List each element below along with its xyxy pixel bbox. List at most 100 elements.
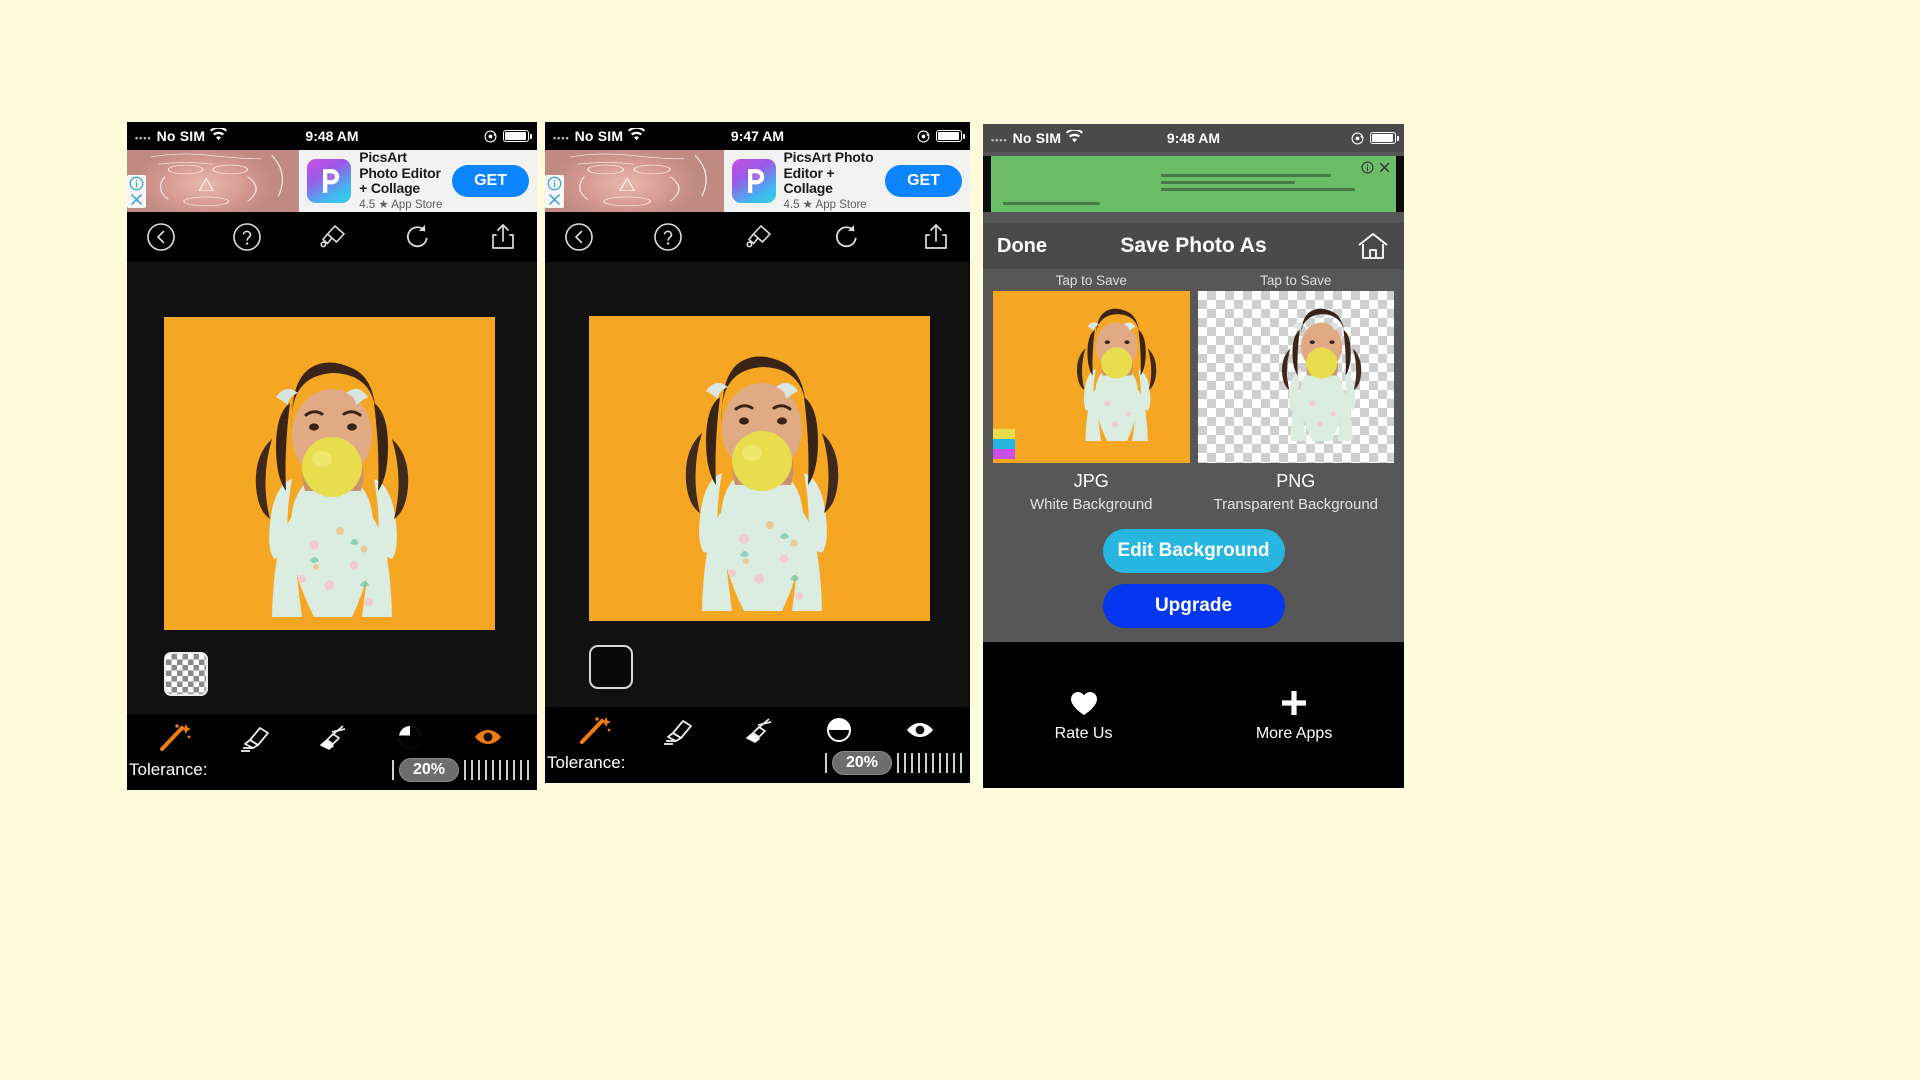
wifi-icon: [628, 126, 646, 144]
edit-background-button[interactable]: Edit Background: [1102, 529, 1285, 573]
tolerance-value[interactable]: 20%: [831, 751, 892, 775]
more-apps-button[interactable]: More Apps: [1256, 688, 1332, 743]
ad-close-icon: [548, 193, 561, 206]
save-footer: Rate Us More Apps: [983, 642, 1404, 788]
home-icon[interactable]: [1356, 231, 1390, 261]
save-option-png[interactable]: Tap to Save PNG Transparent Background: [1197, 273, 1394, 513]
phone-screenshot-left: •••• No SIM 9:48 AM PicsArt Photo Editor…: [127, 122, 537, 790]
tap-to-save-label: Tap to Save: [1055, 273, 1127, 288]
tap-to-save-label: Tap to Save: [1260, 273, 1332, 288]
ad-close-icon: [1379, 162, 1390, 173]
slider-tick: [492, 760, 494, 780]
slider-tick: [953, 753, 955, 773]
eraser-tool[interactable]: [234, 720, 274, 754]
back-button[interactable]: [145, 221, 177, 253]
ad-spacer: [983, 212, 1404, 223]
tolerance-label: Tolerance:: [547, 753, 626, 772]
slider-tick: [911, 753, 913, 773]
slider-tick: [464, 760, 466, 780]
plus-icon: [1282, 690, 1307, 715]
editor-canvas[interactable]: [545, 262, 970, 707]
back-button[interactable]: [563, 221, 595, 253]
color-picker-indicator[interactable]: [993, 429, 1015, 459]
slider-tick: [932, 753, 934, 773]
save-option-jpg[interactable]: Tap to Save JPG White Background: [993, 273, 1190, 513]
editor-canvas[interactable]: [127, 262, 537, 714]
share-button[interactable]: [920, 221, 952, 253]
slider-tick: [960, 753, 962, 773]
slider-tick: [904, 753, 906, 773]
tool-row: [545, 707, 970, 749]
undo-button[interactable]: [402, 221, 434, 253]
ad-photo: [127, 150, 300, 212]
format-description: Transparent Background: [1213, 496, 1379, 513]
slider-tick: [471, 760, 473, 780]
signal-dots-icon: ••••: [553, 133, 570, 143]
rate-us-label: Rate Us: [1054, 724, 1113, 742]
preview-tool[interactable]: [900, 713, 940, 747]
ad-badge-group[interactable]: [1361, 161, 1391, 174]
share-button[interactable]: [487, 221, 519, 253]
status-bar: •••• No SIM 9:48 AM: [983, 124, 1404, 152]
signal-dots-icon: ••••: [135, 133, 152, 143]
battery-icon: [1370, 132, 1399, 144]
edited-photo[interactable]: [589, 316, 930, 621]
banner-ad[interactable]: PicsArt Photo Editor + Collage 4.5 ★ App…: [545, 150, 970, 212]
more-apps-label: More Apps: [1255, 724, 1333, 742]
slider-tick: [824, 753, 827, 773]
ad-title: PicsArt Photo Editor + Collage: [783, 150, 874, 197]
phone-screenshot-right: •••• No SIM 9:48 AM Done Save Photo As T…: [983, 124, 1404, 788]
eraser-tool[interactable]: [657, 713, 697, 747]
restore-tool[interactable]: [738, 713, 778, 747]
banner-ad[interactable]: PicsArt Photo Editor + Collage 4.5 ★ App…: [127, 150, 537, 212]
done-button[interactable]: Done: [997, 235, 1047, 258]
slider-tick: [925, 753, 927, 773]
tolerance-slider[interactable]: 20%: [824, 751, 964, 775]
ad-get-button[interactable]: GET: [452, 165, 529, 197]
restore-tool[interactable]: [312, 720, 352, 754]
wifi-icon: [210, 126, 228, 144]
transparent-background-swatch[interactable]: [164, 652, 208, 696]
contrast-tool[interactable]: [390, 720, 430, 754]
rate-us-button[interactable]: Rate Us: [1054, 688, 1113, 743]
contrast-tool[interactable]: [819, 713, 859, 747]
magic-wand-tool[interactable]: [156, 720, 196, 754]
save-navbar: Done Save Photo As: [983, 223, 1404, 269]
black-background-swatch[interactable]: [589, 645, 633, 689]
tolerance-slider[interactable]: 20%: [391, 758, 531, 782]
ad-title: PicsArt Photo Editor + Collage: [359, 150, 441, 197]
rotation-lock-icon: [1351, 132, 1364, 145]
status-bar: •••• No SIM 9:47 AM: [545, 122, 970, 150]
tolerance-control[interactable]: Tolerance: 20%: [127, 756, 537, 790]
ad-badge-group[interactable]: [127, 175, 146, 208]
magic-wand-tool[interactable]: [576, 713, 616, 747]
preview-tool[interactable]: [468, 720, 508, 754]
jpg-thumbnail[interactable]: [993, 291, 1190, 463]
png-thumbnail[interactable]: [1197, 291, 1394, 463]
signal-dots-icon: ••••: [991, 135, 1008, 145]
undo-button[interactable]: [831, 221, 863, 253]
ad-badge-group[interactable]: [545, 175, 564, 208]
ad-close-icon: [130, 193, 143, 206]
ad-info-icon: [129, 176, 144, 191]
ad-get-button[interactable]: GET: [885, 165, 962, 197]
help-button[interactable]: [231, 221, 263, 253]
format-name: JPG: [1073, 471, 1109, 491]
edited-photo[interactable]: [164, 317, 495, 630]
editor-toolbar: [545, 212, 970, 262]
slider-tick: [478, 760, 480, 780]
brush-button[interactable]: [316, 221, 348, 253]
upgrade-button[interactable]: Upgrade: [1102, 584, 1285, 628]
slider-tick: [897, 753, 899, 773]
help-button[interactable]: [652, 221, 684, 253]
wifi-icon: [1066, 128, 1084, 146]
tolerance-value[interactable]: 20%: [398, 758, 459, 782]
tool-strip: Tolerance: 20%: [127, 714, 537, 790]
brush-button[interactable]: [742, 221, 774, 253]
format-description: White Background: [1029, 496, 1153, 513]
banner-ad[interactable]: [991, 156, 1396, 212]
tolerance-control[interactable]: Tolerance: 20%: [545, 749, 970, 783]
slider-tick: [513, 760, 515, 780]
editor-toolbar: [127, 212, 537, 262]
ad-subtitle: 4.5 ★ App Store: [359, 199, 443, 212]
